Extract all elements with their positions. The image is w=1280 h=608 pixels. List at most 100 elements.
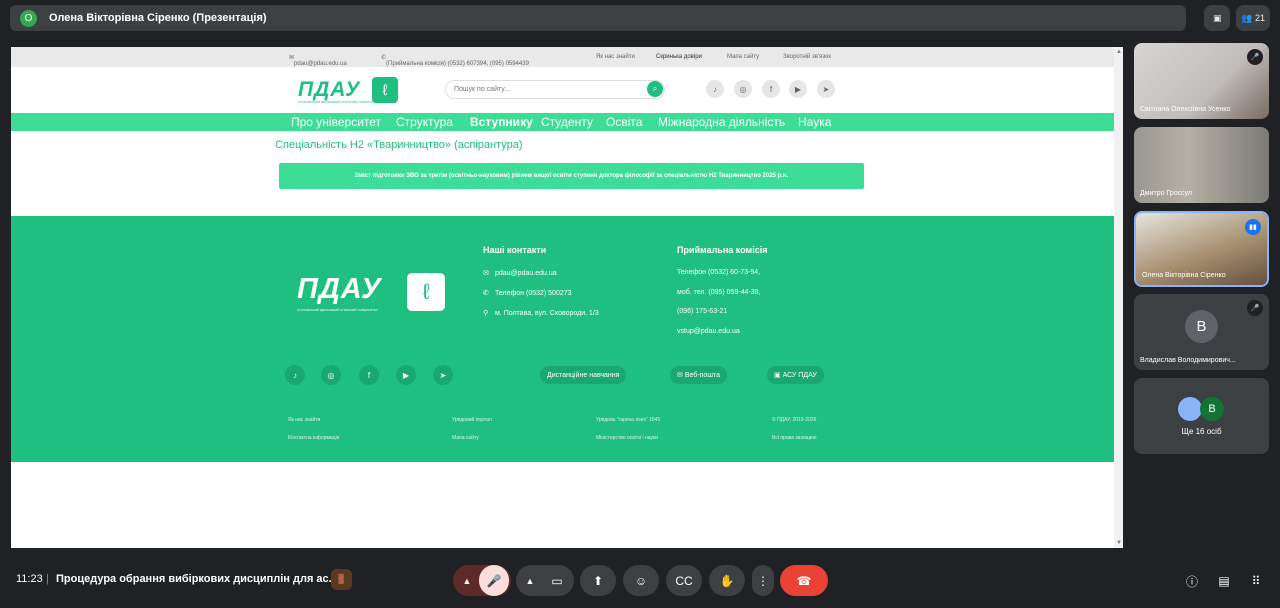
hangup-icon: ☎ [796, 573, 812, 588]
site-search-input[interactable]: Пошук по сайту... [445, 80, 665, 99]
topbar-link-find[interactable]: Як нас знайти [596, 54, 635, 60]
footer-link[interactable]: Мапа сайту [452, 435, 479, 441]
tiktok-icon[interactable]: ♪ [706, 80, 724, 98]
presentation-bar: О Олена Вікторівна Сіренко (Презентація) [10, 5, 1186, 31]
participants-button[interactable]: 👥 21 [1236, 5, 1270, 31]
topbar-link-sitemap[interactable]: Мапа сайту [727, 54, 759, 60]
raise-hand-button[interactable]: ✋ [709, 565, 745, 596]
topbar-email[interactable]: ✉ pdau@pdau.edu.ua [289, 54, 347, 67]
participant-tile-speaking[interactable]: ▮▮ Олена Вікторівна Сіренко [1134, 211, 1269, 287]
footer-telegram-icon[interactable]: ➤ [433, 365, 453, 385]
chevron-up-icon[interactable]: ▲ [518, 576, 542, 586]
hand-icon: ✋ [719, 573, 735, 588]
footer-link[interactable]: Урядова "гаряча лінія" 1545 [596, 417, 660, 423]
nav-science[interactable]: Наука [798, 115, 831, 129]
footer-link[interactable]: Як нас знайти [288, 417, 320, 423]
participant-avatar: В [1185, 310, 1218, 343]
participant-tile[interactable]: 🎤 Світлана Олексіївна Усенко [1134, 43, 1269, 119]
top-right-controls: ▣ 👥 21 [1204, 5, 1270, 31]
presenter-avatar: О [20, 9, 37, 27]
present-icon: ⬆ [592, 573, 604, 588]
footer-link[interactable]: Урядовий портал [452, 417, 492, 423]
door-icon[interactable]: 🚪 [331, 569, 352, 590]
participant-avatar: В [1200, 397, 1224, 421]
info-icon[interactable]: ⓘ [1182, 571, 1202, 591]
scrollbar[interactable]: ▲ ▼ [1114, 47, 1123, 548]
distance-learning-button[interactable]: Дистанційне навчання [540, 366, 627, 384]
nav-student[interactable]: Студенту [541, 115, 593, 129]
facebook-icon[interactable]: f [762, 80, 780, 98]
speaking-icon: ▮▮ [1245, 219, 1261, 235]
mic-off-icon: 🎤 [1247, 49, 1263, 65]
captions-icon: CC [675, 573, 693, 588]
participant-name: Владислав Володимирович... [1140, 357, 1236, 364]
footer-youtube-icon[interactable]: ▶ [396, 365, 416, 385]
admissions-email[interactable]: vstup@pdau.edu.ua [677, 328, 740, 335]
footer-link[interactable]: Контактна інформація [288, 435, 339, 441]
footer-tiktok-icon[interactable]: ♪ [285, 365, 305, 385]
meeting-title: Процедура обрання вибіркових дисциплін д… [56, 573, 338, 585]
mic-off-icon[interactable]: 🎤 [479, 565, 509, 596]
present-button[interactable]: ⬆ [580, 565, 616, 596]
footer-instagram-icon[interactable]: ◎ [321, 365, 341, 385]
contact-phone: ✆ Телефон (0532) 500273 [483, 290, 572, 297]
youtube-icon[interactable]: ▶ [789, 80, 807, 98]
hide-screen-icon[interactable]: ▣ [1204, 5, 1231, 31]
participant-name: Світлана Олексіївна Усенко [1140, 106, 1231, 113]
nav-structure[interactable]: Структура [396, 115, 453, 129]
nav-about[interactable]: Про університет [291, 115, 381, 129]
reactions-button[interactable]: ☺ [623, 565, 659, 596]
asu-button[interactable]: ▣ АСУ ПДАУ [767, 366, 824, 384]
telegram-icon[interactable]: ➤ [817, 80, 835, 98]
webmail-button[interactable]: ✉ Веб-пошта [670, 366, 727, 384]
captions-button[interactable]: CC [666, 565, 702, 596]
site-topbar: ✉ pdau@pdau.edu.ua ✆ (Приймальна комісія… [11, 47, 1114, 67]
footer-facebook-icon[interactable]: f [359, 365, 379, 385]
admissions-heading: Приймальна комісія [677, 245, 768, 255]
more-participants-tile[interactable]: В Ще 16 осіб [1134, 378, 1269, 454]
nav-international[interactable]: Міжнародна діяльність [658, 115, 785, 129]
topbar-phone: ✆ (Приймальна комісія) (0532) 607394, (0… [381, 55, 529, 67]
leaf-icon: ℓ [407, 273, 445, 311]
chat-icon[interactable]: ▤ [1214, 571, 1234, 591]
copyright: © ПДАУ, 2010-2026 [772, 417, 817, 423]
apps-icon[interactable]: ⠿ [1246, 571, 1266, 591]
scroll-down-icon[interactable]: ▼ [1116, 540, 1122, 546]
search-icon[interactable]: ⌕ [647, 81, 663, 97]
curriculum-link[interactable]: Зміст підготовки ЗВО за третім (освітньо… [279, 163, 864, 189]
footer-link[interactable]: Міністерство освіти і науки [596, 435, 658, 441]
hangup-button[interactable]: ☎ [780, 565, 828, 596]
topbar-link-feedback[interactable]: Зворотній зв'язок [783, 54, 831, 60]
site-footer [11, 216, 1114, 462]
participant-avatar [1178, 397, 1202, 421]
clock: 11:23 [16, 573, 43, 585]
camera-button[interactable]: ▲ ▭ [516, 565, 574, 596]
participant-count: 21 [1254, 13, 1265, 23]
phone-icon: ✆ [483, 290, 489, 297]
location-icon: ⚲ [483, 310, 489, 317]
participant-tile[interactable]: 🎤 В Владислав Володимирович... [1134, 294, 1269, 370]
admissions-mobile-2: (096) 175-63-21 [677, 308, 728, 315]
contacts-heading: Наші контакти [483, 245, 547, 255]
chevron-up-icon[interactable]: ▲ [455, 576, 479, 586]
rights: Всі права захищені [772, 435, 817, 441]
site-logo[interactable]: ПДАУ ПОЛТАВСЬКИЙ ДЕРЖАВНИЙ АГРАРНИЙ УНІВ… [290, 77, 400, 104]
contact-email[interactable]: ✉ pdau@pdau.edu.ua [483, 269, 557, 277]
mic-button[interactable]: ▲ 🎤 [453, 565, 511, 596]
more-options-button[interactable]: ⋮ [752, 565, 774, 596]
presentation-title: Олена Вікторівна Сіренко (Презентація) [49, 12, 267, 24]
participant-name: Дмитро Гроссул [1140, 190, 1193, 197]
more-vert-icon: ⋮ [757, 573, 769, 588]
page-title: Спеціальність Н2 «Тваринництво» (аспіран… [275, 139, 523, 151]
topbar-link-trust[interactable]: Скринька довіри [656, 54, 702, 60]
nav-education[interactable]: Освіта [606, 115, 642, 129]
admissions-phone: Телефон (0532) 60-73-94, [677, 269, 761, 276]
leaf-icon: ℓ [372, 77, 398, 103]
instagram-icon[interactable]: ◎ [734, 80, 752, 98]
separator: | [46, 573, 49, 585]
participant-tile[interactable]: Дмитро Гроссул [1134, 127, 1269, 203]
scroll-up-icon[interactable]: ▲ [1116, 49, 1122, 55]
nav-applicant[interactable]: Вступнику [470, 115, 533, 129]
camera-icon[interactable]: ▭ [542, 574, 572, 588]
app-icon: ▣ [774, 372, 783, 379]
